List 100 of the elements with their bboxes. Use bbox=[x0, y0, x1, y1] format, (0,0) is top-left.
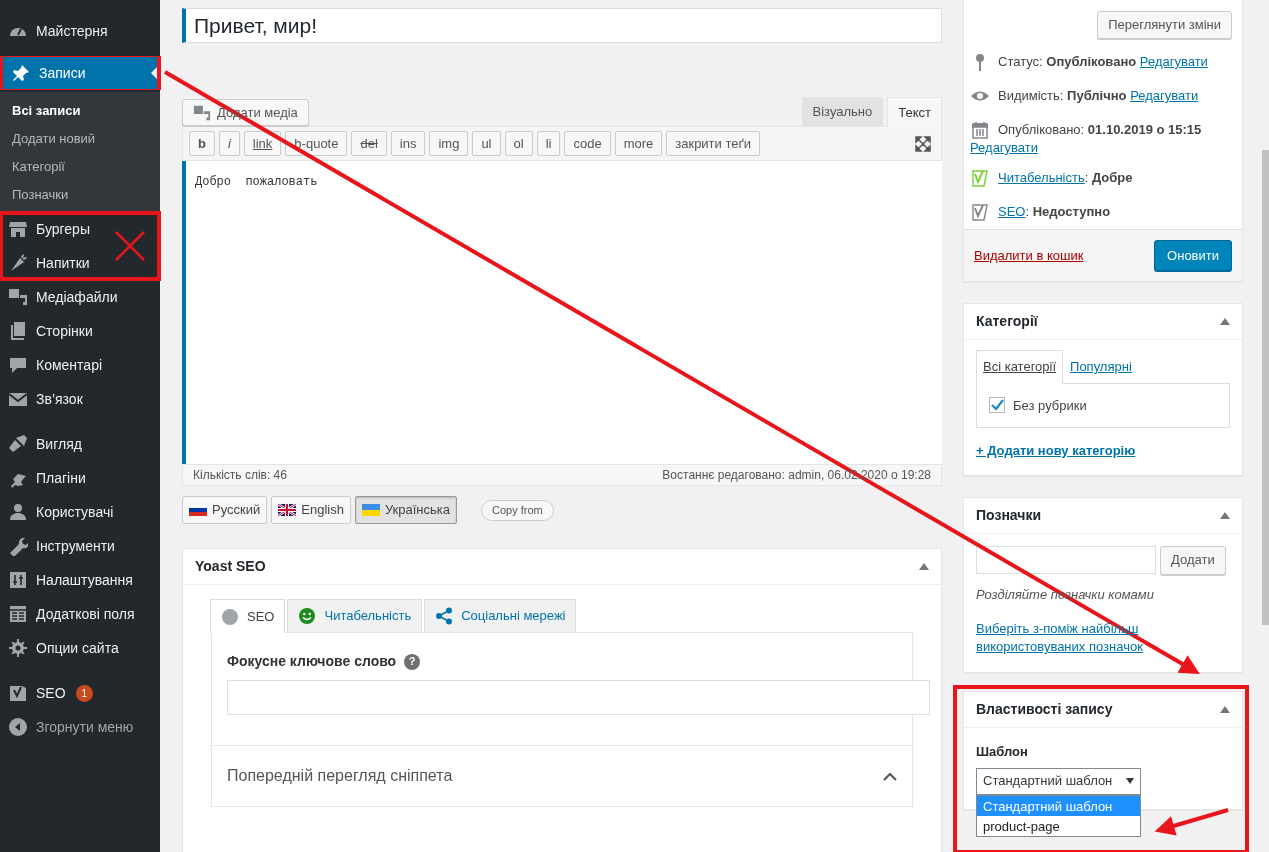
template-select[interactable]: Стандартний шаблон bbox=[976, 767, 1141, 795]
submenu-item[interactable]: Всі записи bbox=[0, 96, 160, 124]
dropdown-caret-icon bbox=[1126, 778, 1134, 784]
quicktag-button[interactable]: закрити теґи bbox=[666, 131, 761, 156]
quicktag-button[interactable]: ins bbox=[390, 131, 426, 156]
checkbox[interactable] bbox=[989, 397, 1005, 414]
person-icon bbox=[8, 502, 28, 522]
menu-item[interactable]: Налаштування bbox=[0, 563, 160, 597]
menu-item[interactable]: Записи bbox=[3, 57, 157, 89]
seo-tab[interactable]: Соціальні мережі bbox=[424, 599, 577, 632]
word-count: Кількість слів: 46 bbox=[193, 467, 287, 484]
editor-textarea[interactable]: Добро пожаловать bbox=[182, 161, 942, 464]
scrollbar-thumb[interactable] bbox=[1262, 150, 1269, 625]
menu-item[interactable]: Плагіни bbox=[0, 461, 160, 495]
panel-title: Категорії bbox=[976, 312, 1038, 331]
language-button[interactable]: Русский bbox=[182, 496, 268, 524]
edit-link[interactable]: Редагувати bbox=[1139, 54, 1208, 69]
edit-link[interactable]: Редагувати bbox=[1130, 88, 1199, 103]
seo-tab[interactable]: Читабельність bbox=[287, 599, 423, 632]
flag-icon bbox=[189, 504, 207, 516]
section-title: Попередній перегляд сніппета bbox=[227, 766, 453, 786]
edit-link[interactable]: Редагувати bbox=[970, 140, 1039, 155]
language-button[interactable]: English bbox=[271, 496, 351, 524]
quicktag-button[interactable]: b-quote bbox=[285, 131, 348, 156]
panel-title: Yoast SEO bbox=[195, 557, 266, 576]
menu-item[interactable]: Додаткові поля bbox=[0, 597, 160, 631]
category-tab[interactable]: Всі категорії bbox=[976, 350, 1064, 384]
smiley-icon bbox=[298, 607, 317, 625]
carrot-icon bbox=[8, 253, 28, 273]
category-tab[interactable]: Популярні bbox=[1063, 350, 1139, 383]
panel-title: Позначки bbox=[976, 505, 1042, 525]
quicktag-button[interactable]: link bbox=[243, 131, 282, 156]
collapse-triangle-icon[interactable] bbox=[1220, 511, 1230, 519]
quicktag-button[interactable]: img bbox=[429, 131, 469, 156]
speech-bubble-icon bbox=[8, 355, 28, 375]
media-icon bbox=[8, 287, 28, 307]
quicktag-button[interactable]: b bbox=[189, 131, 215, 156]
menu-item[interactable]: Коментарі bbox=[0, 348, 160, 382]
tag-input-field[interactable] bbox=[976, 545, 1156, 574]
seo-tab[interactable]: SEO bbox=[210, 599, 286, 633]
title-field[interactable]: Привет, мир! bbox=[182, 8, 942, 43]
flag-icon bbox=[361, 504, 380, 516]
editor-tab[interactable]: Візуально bbox=[801, 97, 884, 126]
help-icon[interactable]: ? bbox=[404, 653, 421, 670]
collapse-triangle-icon[interactable] bbox=[1220, 318, 1230, 325]
quicktag-button[interactable]: li bbox=[536, 131, 561, 156]
score-link[interactable]: Читабельність bbox=[998, 170, 1085, 185]
field-label: Фокусне ключове слово bbox=[227, 652, 397, 671]
sliders-icon bbox=[8, 570, 28, 590]
collapse-triangle-icon[interactable] bbox=[919, 563, 929, 570]
status-line: Статус: Опубліковано Редагувати bbox=[998, 53, 1208, 71]
wrench-icon bbox=[8, 536, 28, 556]
menu-item[interactable]: Опции сайта bbox=[0, 631, 160, 665]
add-tag-button[interactable]: Додати bbox=[1160, 545, 1226, 575]
quicktag-button[interactable]: code bbox=[564, 131, 611, 156]
menu-item[interactable]: Майстерня bbox=[0, 14, 160, 48]
quicktag-button[interactable]: more bbox=[614, 131, 663, 156]
quicktag-button[interactable]: ol bbox=[504, 131, 533, 156]
collapse-menu-button[interactable]: Згорнути меню bbox=[0, 710, 160, 744]
submenu-item[interactable]: Додати новий bbox=[0, 124, 160, 152]
copy-from-button[interactable]: Copy from bbox=[481, 499, 554, 521]
flag-icon bbox=[278, 504, 297, 516]
menu-item[interactable]: Користувачі bbox=[0, 495, 160, 529]
menu-item[interactable]: SEO 1 bbox=[0, 676, 160, 710]
menu-item[interactable]: Напитки bbox=[0, 246, 160, 280]
dropdown-option[interactable]: product-page bbox=[977, 815, 1140, 836]
status-line: Опубліковано: 01.10.2019 о 15:15 bbox=[998, 121, 1202, 139]
share-icon bbox=[435, 607, 454, 625]
quicktag-button[interactable]: i bbox=[218, 131, 240, 156]
circle-icon bbox=[221, 607, 239, 626]
status-line: Видимість: Публічно Редагувати bbox=[998, 87, 1199, 105]
menu-item[interactable]: Сторінки bbox=[0, 314, 160, 348]
calendar-icon bbox=[970, 121, 990, 139]
menu-item[interactable]: Бургеры bbox=[0, 212, 160, 246]
focus-keyword-field[interactable] bbox=[227, 680, 930, 715]
trash-link[interactable]: Видалити в кошик bbox=[974, 245, 1084, 266]
score-line: Читабельність: Добре bbox=[998, 169, 1133, 187]
quicktag-button[interactable]: ul bbox=[472, 131, 501, 156]
preview-changes-button[interactable]: Переглянути зміни bbox=[1097, 11, 1232, 39]
left-triangle-circle-icon bbox=[8, 717, 28, 737]
menu-item[interactable]: Медіафайли bbox=[0, 280, 160, 314]
paintbrush-icon bbox=[8, 434, 28, 454]
checkbox-label: Без рубрики bbox=[1013, 396, 1087, 415]
submenu-item[interactable]: Категорії bbox=[0, 152, 160, 180]
add-category-link[interactable]: + Додати нову категорію bbox=[976, 441, 1136, 461]
storefront-icon bbox=[8, 219, 28, 239]
quicktag-button[interactable]: del bbox=[351, 131, 387, 156]
menu-item[interactable]: Зв’язок bbox=[0, 382, 160, 416]
menu-item[interactable]: Інструменти bbox=[0, 529, 160, 563]
table-icon bbox=[8, 604, 28, 624]
collapse-triangle-icon[interactable] bbox=[1220, 706, 1230, 713]
language-button[interactable]: Українська bbox=[354, 496, 457, 524]
update-button[interactable]: Оновити bbox=[1154, 240, 1232, 271]
submenu-item[interactable]: Позначки bbox=[0, 180, 160, 208]
media-icon bbox=[193, 103, 211, 122]
chevron-up-icon[interactable] bbox=[883, 771, 897, 781]
notification-badge: 1 bbox=[75, 684, 94, 702]
panel-title: Властивості запису bbox=[976, 700, 1113, 719]
editor-tab[interactable]: Текст bbox=[887, 97, 942, 127]
menu-item[interactable]: Вигляд bbox=[0, 427, 160, 461]
